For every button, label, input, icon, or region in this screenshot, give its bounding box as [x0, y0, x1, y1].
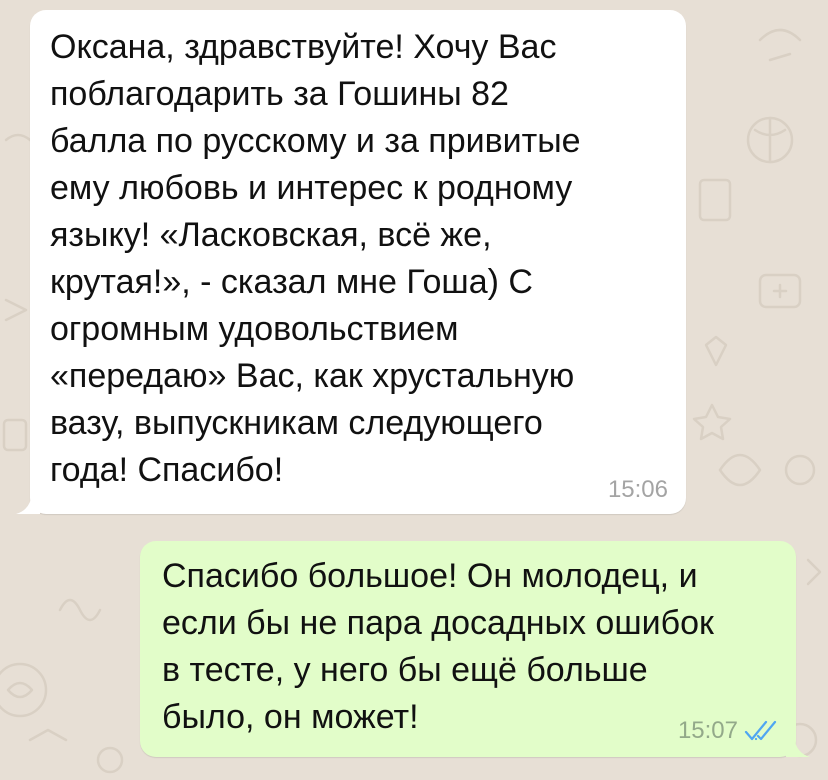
double-check-read-icon — [744, 720, 777, 741]
outgoing-message-text: Спасибо большое! Он молодец, и если бы н… — [162, 557, 714, 736]
outgoing-message-meta: 15:07 — [678, 719, 778, 743]
outgoing-message-time: 15:07 — [677, 717, 738, 744]
incoming-message-bubble[interactable]: Оксана, здравствуйте! Хочу Вас поблагода… — [16, 10, 686, 514]
incoming-message-text: Оксана, здравствуйте! Хочу Вас поблагода… — [50, 28, 581, 489]
outgoing-message-bubble[interactable]: Спасибо большое! Он молодец, и если бы н… — [140, 541, 810, 757]
incoming-message-time: 15:06 — [607, 476, 668, 503]
incoming-bubble-tail — [16, 494, 40, 514]
outgoing-bubble-tail — [786, 737, 810, 757]
